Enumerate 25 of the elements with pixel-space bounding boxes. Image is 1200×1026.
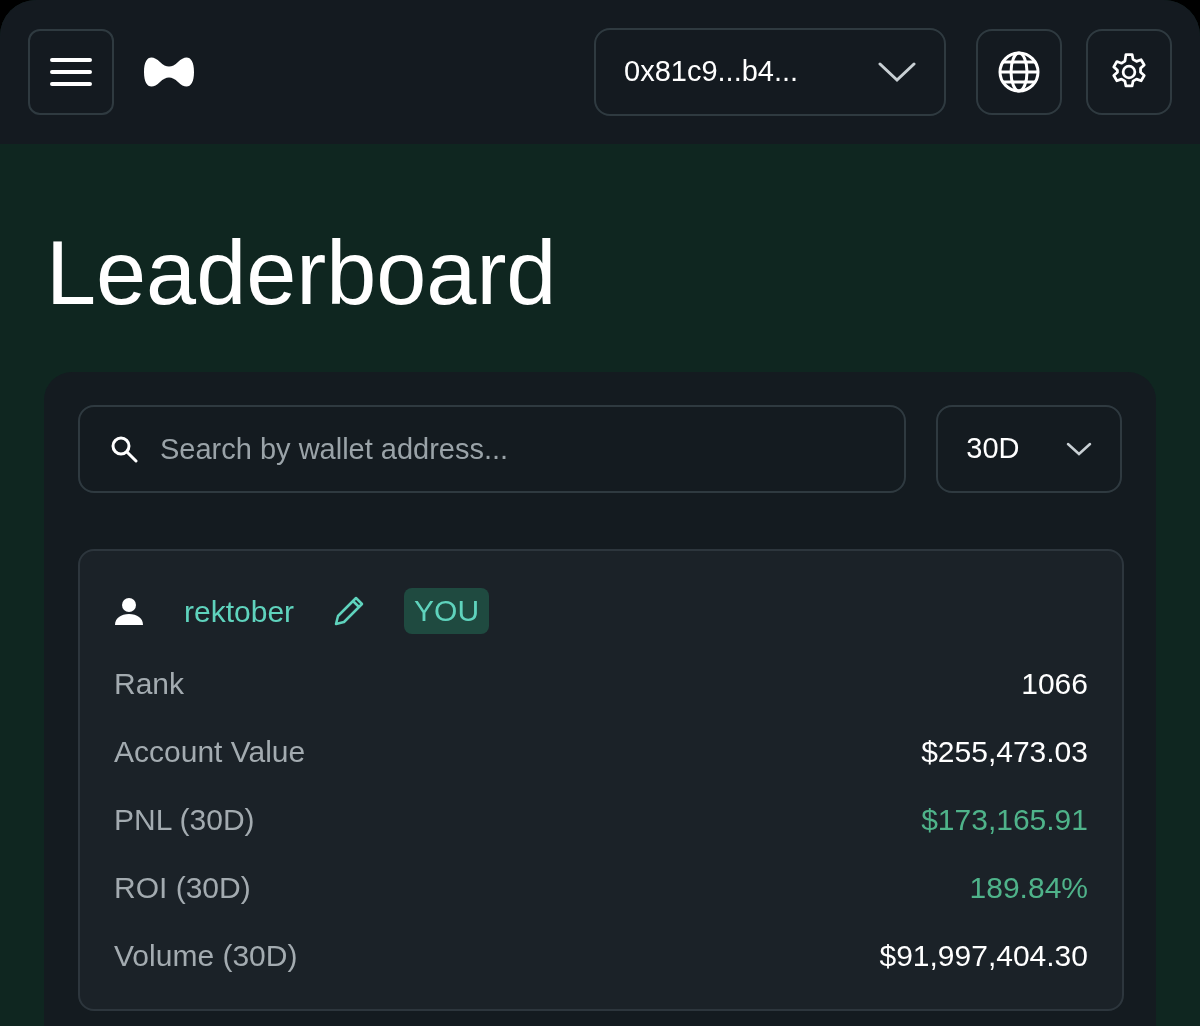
wallet-dropdown[interactable]: 0x81c9...b4... xyxy=(594,28,946,116)
chevron-down-icon xyxy=(1066,441,1092,457)
period-dropdown[interactable]: 30D xyxy=(936,405,1122,493)
menu-button[interactable] xyxy=(28,29,114,115)
stat-value: $255,473.03 xyxy=(921,733,1088,770)
language-button[interactable] xyxy=(976,29,1062,115)
stat-value: $91,997,404.30 xyxy=(879,937,1088,974)
chevron-down-icon xyxy=(878,61,916,83)
menu-icon xyxy=(50,57,92,87)
search-field[interactable]: Search by wallet address... xyxy=(78,405,907,493)
globe-icon xyxy=(997,50,1041,94)
stat-value: $173,165.91 xyxy=(921,801,1088,838)
page-title: Leaderboard xyxy=(46,228,558,318)
stat-label: ROI (30D) xyxy=(114,869,251,906)
username-link[interactable]: rektober xyxy=(184,588,295,634)
stat-label: Volume (30D) xyxy=(114,937,298,974)
stat-label: Rank xyxy=(114,665,185,702)
you-badge: YOU xyxy=(404,588,490,634)
stat-value: 189.84% xyxy=(969,869,1088,906)
stat-label: Account Value xyxy=(114,733,306,770)
stat-value: 1066 xyxy=(1021,665,1088,702)
settings-button[interactable] xyxy=(1086,29,1172,115)
stat-label: PNL (30D) xyxy=(114,801,255,838)
user-icon xyxy=(114,596,144,626)
search-icon xyxy=(110,435,138,463)
